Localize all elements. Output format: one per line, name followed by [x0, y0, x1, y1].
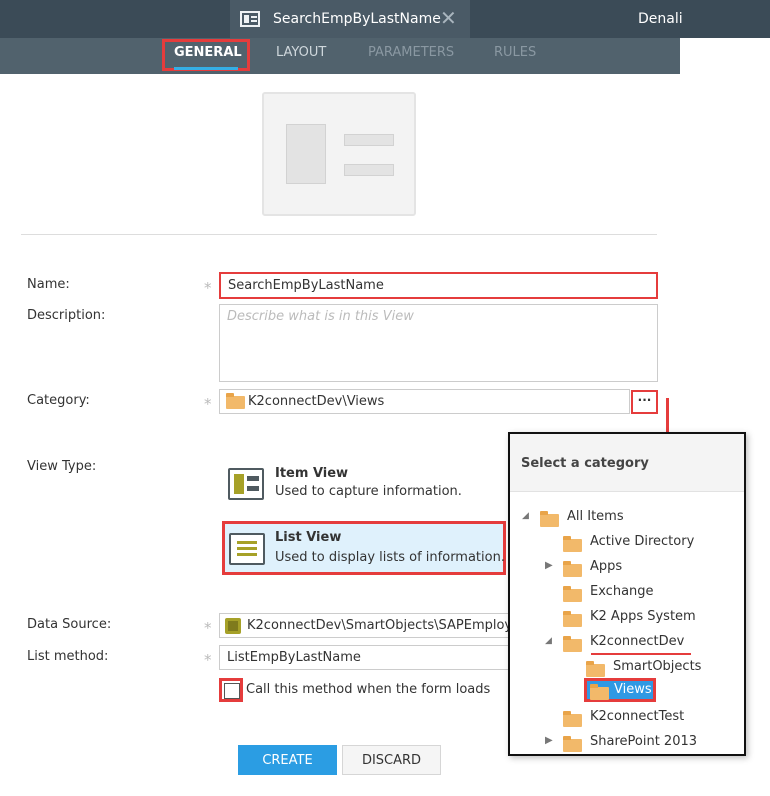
list-view-title: List View [275, 530, 342, 545]
list-view-option[interactable]: List View Used to display lists of infor… [222, 521, 506, 575]
tree-node-exchange[interactable]: Exchange [545, 582, 735, 604]
data-source-input[interactable]: K2connectDev\SmartObjects\SAPEmployee [219, 613, 528, 638]
create-button[interactable]: CREATE [238, 745, 337, 775]
tree-node-active-directory[interactable]: Active Directory [545, 532, 735, 554]
required-icon: * [204, 651, 212, 669]
item-view-icon-part [234, 474, 244, 494]
folder-icon [563, 636, 582, 652]
smartobject-icon [225, 618, 241, 634]
folder-icon [563, 586, 582, 602]
tab-parameters[interactable]: PARAMETERS [368, 45, 454, 60]
list-view-icon [229, 533, 265, 565]
tree-node-k2-apps-system[interactable]: K2 Apps System [545, 607, 735, 629]
category-browse-button[interactable]: ··· [631, 390, 658, 414]
tree-node-label: Active Directory [590, 534, 695, 549]
folder-icon [590, 684, 609, 700]
description-label: Description: [27, 308, 106, 323]
folder-icon [563, 711, 582, 727]
folder-icon [226, 393, 245, 409]
list-view-description: Used to display lists of information. [275, 550, 505, 565]
category-picker-popup: Select a category ◢ All Items Active Dir… [508, 432, 746, 756]
tree-node-label: SharePoint 2013 [590, 734, 698, 749]
call-on-load-label: Call this method when the form loads [246, 682, 491, 697]
popup-title: Select a category [521, 456, 649, 471]
preview-line [344, 134, 394, 146]
tree-node-smartobjects[interactable]: SmartObjects [568, 657, 738, 679]
item-view-title: Item View [275, 466, 349, 481]
item-view-icon-part [247, 476, 259, 481]
expand-arrow-icon[interactable]: ▶ [545, 735, 553, 746]
folder-icon [586, 661, 605, 677]
required-icon: * [204, 619, 212, 637]
folder-icon [563, 536, 582, 552]
document-tab[interactable]: SearchEmpByLastName ✕ [230, 0, 470, 38]
collapse-arrow-icon[interactable]: ◢ [545, 636, 552, 646]
tree-node-k2connecttest[interactable]: K2connectTest [545, 707, 735, 729]
view-type-icon [240, 11, 260, 27]
folder-icon [540, 511, 559, 527]
popup-header: Select a category [510, 434, 744, 492]
tab-general[interactable]: GENERAL [174, 45, 242, 60]
tree-node-k2connectdev[interactable]: ◢ K2connectDev [545, 632, 735, 654]
list-view-icon-part [237, 553, 257, 556]
tree-node-label: Exchange [590, 584, 654, 599]
top-bar: SearchEmpByLastName ✕ Denali [0, 0, 770, 38]
name-input[interactable]: SearchEmpByLastName [219, 272, 658, 299]
list-method-value: ListEmpByLastName [227, 650, 361, 665]
item-view-icon [228, 468, 264, 500]
view-preview-thumbnail [262, 92, 416, 216]
wizard-tab-strip: GENERAL LAYOUT PARAMETERS RULES [0, 38, 680, 74]
description-input[interactable]: Describe what is in this View [219, 304, 658, 382]
app-title: Denali [638, 11, 683, 27]
tab-layout[interactable]: LAYOUT [276, 45, 326, 60]
tree-node-sharepoint-2013[interactable]: ▶ SharePoint 2013 [545, 732, 735, 754]
tree-node-all-items[interactable]: ◢ All Items [522, 507, 722, 529]
list-view-icon-part [237, 541, 257, 544]
expand-arrow-icon[interactable]: ▶ [545, 560, 553, 571]
list-method-select[interactable]: ListEmpByLastName [219, 645, 524, 670]
tree-node-label: K2 Apps System [590, 609, 696, 624]
tree-node-label: Apps [590, 559, 623, 574]
item-view-icon-part [247, 486, 259, 491]
tree-node-label: All Items [567, 509, 624, 524]
document-tab-title: SearchEmpByLastName [273, 11, 441, 27]
item-view-option[interactable]: Item View Used to capture information. [224, 462, 504, 510]
tree-node-label: K2connectTest [590, 709, 685, 724]
data-source-label: Data Source: [27, 617, 112, 632]
name-value: SearchEmpByLastName [228, 278, 384, 293]
list-view-icon-part [237, 547, 257, 550]
tree-node-views[interactable]: Views [584, 678, 656, 702]
folder-icon [563, 561, 582, 577]
tree-node-label: Views [614, 682, 652, 697]
discard-button[interactable]: DISCARD [342, 745, 441, 775]
name-label: Name: [27, 277, 70, 292]
preview-line [344, 164, 394, 176]
data-source-value: K2connectDev\SmartObjects\SAPEmployee [247, 618, 529, 633]
tree-node-apps[interactable]: ▶ Apps [545, 557, 735, 579]
section-divider [21, 234, 657, 235]
tree-node-label: SmartObjects [613, 659, 702, 674]
folder-icon [563, 736, 582, 752]
tab-rules[interactable]: RULES [494, 45, 536, 60]
required-icon: * [204, 279, 212, 297]
required-icon: * [204, 395, 212, 413]
call-on-load-checkbox[interactable] [219, 678, 243, 702]
preview-image-block [286, 124, 326, 184]
item-view-description: Used to capture information. [275, 484, 462, 499]
category-input[interactable]: K2connectDev\Views [219, 389, 630, 414]
category-value: K2connectDev\Views [248, 394, 385, 409]
folder-icon [563, 611, 582, 627]
category-label: Category: [27, 393, 90, 408]
tree-node-label: K2connectDev [590, 634, 685, 649]
collapse-arrow-icon[interactable]: ◢ [522, 511, 529, 521]
annotation-underline [591, 653, 691, 655]
description-placeholder: Describe what is in this View [227, 309, 414, 324]
list-method-label: List method: [27, 649, 109, 664]
close-icon[interactable]: ✕ [440, 7, 457, 29]
view-type-label: View Type: [27, 459, 97, 474]
active-tab-indicator [174, 67, 238, 70]
